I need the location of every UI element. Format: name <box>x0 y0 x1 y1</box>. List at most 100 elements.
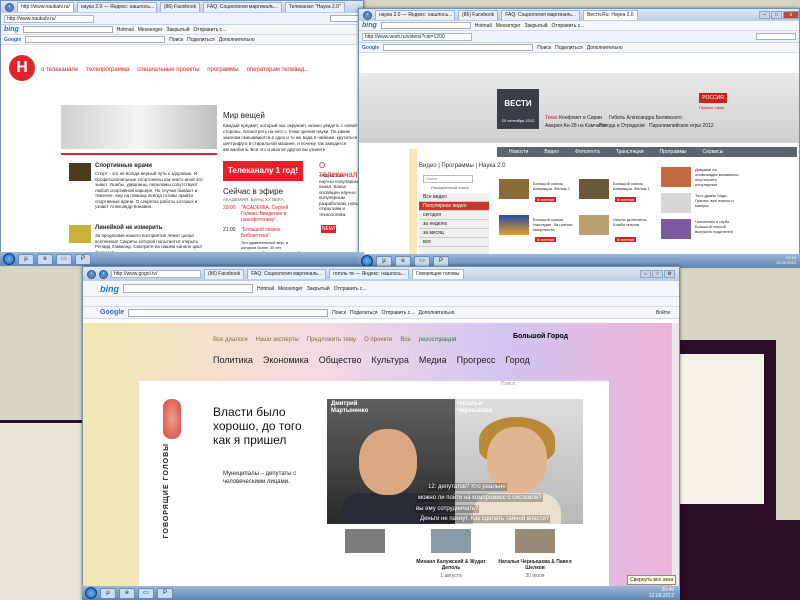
in-player-button-4[interactable]: В плеере <box>615 237 637 242</box>
right-title-1[interactable]: Девушки на олимпиадах вызвались опустоши… <box>695 167 739 187</box>
vesti-logo[interactable]: ВЕСТИ 20 сентября 2012 <box>497 89 539 129</box>
forward-icon[interactable]: › <box>99 269 108 279</box>
video-thumb-2[interactable] <box>579 179 609 199</box>
bing-search-input[interactable] <box>22 26 113 33</box>
nav-services[interactable]: Сервисы <box>703 147 724 157</box>
messenger-link[interactable]: Messenger <box>278 286 303 292</box>
tab-faq[interactable]: FAQ: Социология маргиналь... <box>203 2 282 12</box>
menu-week[interactable]: за неделю <box>419 220 489 229</box>
taskbar-utorrent-icon[interactable]: µ <box>18 253 34 265</box>
close-icon[interactable]: x <box>783 11 799 19</box>
right-thumb-2[interactable] <box>661 193 691 213</box>
nav-about[interactable]: о телеканале <box>41 67 78 73</box>
google-search-button[interactable]: Поиск <box>537 45 551 51</box>
nav-broadcasts[interactable]: Трансляции <box>616 147 644 157</box>
taskbar-ppt-icon[interactable]: P <box>75 253 91 265</box>
link-an28[interactable]: Авария Ан-28 на Камчатке <box>545 123 607 129</box>
messenger-link[interactable]: Messenger <box>496 23 521 29</box>
schedule-title-1[interactable]: "ACADEMIA. Сергей Галкин. Введение в нан… <box>241 205 301 223</box>
link-syria[interactable]: Конфликт в Сирии <box>559 115 602 121</box>
taskbar-ie-icon-2[interactable]: e <box>395 255 411 267</box>
right-thumb-3[interactable] <box>661 219 691 239</box>
tab-yandex[interactable]: наука 2.0 — Яндекс: нашлось... <box>375 10 455 20</box>
taskbar-ppt-icon-main[interactable]: P <box>157 587 173 599</box>
taskbar-ppt-icon-2[interactable]: P <box>433 255 449 267</box>
send2-button[interactable]: Отправить с... <box>382 310 415 316</box>
tab-gogol[interactable]: Говорящие головы <box>412 269 464 279</box>
back-icon[interactable]: ‹ <box>87 269 96 279</box>
home-icon[interactable]: ⌂ <box>640 270 651 278</box>
back-icon[interactable]: ‹ <box>363 10 372 20</box>
messenger-link[interactable]: Messenger <box>138 27 163 33</box>
google-search-button[interactable]: Поиск <box>332 310 346 316</box>
tab-facebook[interactable]: (86) Facebook <box>204 269 245 279</box>
nav-photo[interactable]: Фотолента <box>575 147 600 157</box>
tab-faq[interactable]: FAQ: Социология маргиналь... <box>501 10 581 20</box>
anniversary-banner[interactable]: Телеканалу 1 год! <box>223 161 303 181</box>
send-link[interactable]: Отправить с... <box>334 286 367 292</box>
tab-naukatv[interactable]: http://www.naukatv.ru/ <box>17 2 74 12</box>
nav-economy[interactable]: Экономика <box>263 355 309 365</box>
maximize-icon[interactable]: □ <box>771 11 782 19</box>
bolshoy-gorod-logo[interactable]: Большой Город <box>513 333 568 340</box>
login-button[interactable]: Войти <box>656 310 670 316</box>
more-button[interactable]: Дополнительно <box>587 45 623 51</box>
video-title-3[interactable]: Большой скачок. Наследие. За гранью смер… <box>533 217 573 232</box>
nav-politics[interactable]: Политика <box>213 355 253 365</box>
question-1[interactable]: 12: депутатов? Кто реально <box>427 483 507 491</box>
tab-nauka[interactable]: Телеканал "Наука 2.0" <box>284 2 345 12</box>
nav-suggest[interactable]: Предложить тему <box>307 337 356 343</box>
taskbar-folder-icon-main[interactable]: ▭ <box>138 587 154 599</box>
hotmail-link[interactable]: Hotmail <box>117 27 134 33</box>
bing-search-input[interactable] <box>380 22 471 29</box>
video-thumb-1[interactable] <box>499 179 529 199</box>
hotmail-link[interactable]: Hotmail <box>475 23 492 29</box>
item1-thumb[interactable] <box>69 163 91 181</box>
taskbar-folder-icon-2[interactable]: ▭ <box>414 255 430 267</box>
nav-special[interactable]: специальные проекты <box>137 67 199 73</box>
closed-link[interactable]: Закрытый <box>166 27 189 33</box>
menu-month[interactable]: за месяц <box>419 229 489 238</box>
video-title-1[interactable]: Большой скачок. Анимация. Фильм 2 <box>533 181 573 191</box>
taskbar-utorrent-icon-2[interactable]: µ <box>376 255 392 267</box>
nav-schedule[interactable]: телепрограмма <box>86 67 129 73</box>
dialog-thumb-1[interactable] <box>345 529 385 553</box>
nav-city[interactable]: Город <box>505 355 529 365</box>
search-box[interactable] <box>756 33 796 40</box>
schedule-title-2[interactable]: "Большой скачок. Библиотека" <box>241 227 301 239</box>
video-thumb-3[interactable] <box>499 215 529 235</box>
closed-link[interactable]: Закрытый <box>307 286 330 292</box>
search-box[interactable] <box>330 15 360 22</box>
google-search-input[interactable] <box>128 308 329 317</box>
google-search-input[interactable] <box>25 36 166 43</box>
url-field[interactable]: http://www.vesti.ru/videos?cid=1200 <box>362 32 472 41</box>
dialog-thumb-2[interactable] <box>431 529 471 553</box>
share-button[interactable]: Поделиться <box>187 37 215 43</box>
nav-progress[interactable]: Прогресс <box>457 355 496 365</box>
site-search[interactable]: Поиск <box>501 381 515 387</box>
nav-all[interactable]: Все <box>400 337 410 343</box>
tab-facebook[interactable]: (86) Facebook <box>159 2 201 12</box>
taskbar-ie-icon[interactable]: e <box>37 253 53 265</box>
share-button[interactable]: Поделиться <box>555 45 583 51</box>
send-link[interactable]: Отправить с... <box>552 23 585 29</box>
nav-media[interactable]: Медиа <box>419 355 447 365</box>
nav-operators[interactable]: операторам телевид... <box>247 67 310 73</box>
closed-link[interactable]: Закрытый <box>524 23 547 29</box>
item2-title[interactable]: Линейкой не измерить <box>95 225 162 231</box>
taskbar-folder-icon[interactable]: ▭ <box>56 253 72 265</box>
gear-icon[interactable]: ⚙ <box>664 270 675 278</box>
dialog-title-3[interactable]: Наталья Чернышева & Павел Шелков <box>495 559 575 571</box>
nav-video[interactable]: Видео <box>544 147 559 157</box>
nav-society[interactable]: Общество <box>319 355 362 365</box>
video-thumb-4[interactable] <box>579 215 609 235</box>
start-button-main[interactable] <box>85 587 97 599</box>
item2-thumb[interactable] <box>69 225 91 243</box>
send-link[interactable]: Отправить с... <box>194 27 227 33</box>
tab-vesti[interactable]: Вести.Ru: Наука 2.0 <box>583 10 638 20</box>
nav-experts[interactable]: Наши эксперты <box>256 337 299 343</box>
minimize-icon[interactable]: – <box>759 11 770 19</box>
tab-yandex[interactable]: наука 2.0 — Яндекс: нашлось... <box>76 2 157 12</box>
dialog-thumb-3[interactable] <box>515 529 555 553</box>
taskbar-utorrent-icon-main[interactable]: µ <box>100 587 116 599</box>
